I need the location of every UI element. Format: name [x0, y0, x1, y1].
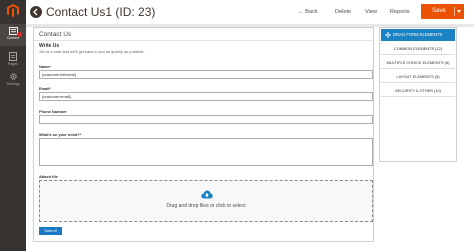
email-label: Email*	[39, 86, 51, 91]
drag-elements-header: DRAG FORM ELEMENTS	[381, 29, 455, 41]
dropzone-text: Drag and drop files or click to select	[166, 203, 246, 209]
sidebar-item-label: Content	[6, 36, 20, 40]
attach-file-label: Attach file	[39, 174, 58, 179]
email-field[interactable]: {customer.email}	[39, 92, 373, 101]
group-common-elements[interactable]: COMMON ELEMENTS (12)	[381, 42, 455, 55]
reports-button[interactable]: Reports	[390, 7, 410, 17]
back-arrow-icon[interactable]	[30, 6, 42, 18]
sidebar-item-settings[interactable]: Settings	[0, 70, 26, 86]
phone-label: Phone Number	[39, 109, 67, 114]
form-preview-panel: Contact Us Write Us Jot us a note and we…	[33, 27, 374, 242]
admin-sidebar: Content Pages Settings	[0, 0, 26, 251]
form-intro-text: Jot us a note and we'll get back to you …	[39, 49, 145, 54]
name-field[interactable]: {customer.fullname}	[39, 70, 373, 79]
delete-button[interactable]: Delete	[335, 7, 351, 17]
submit-button[interactable]: Submit	[39, 227, 62, 235]
notification-badge	[17, 32, 22, 37]
save-button[interactable]: Save	[421, 4, 464, 19]
name-label: Name*	[39, 64, 52, 69]
cloud-upload-icon	[201, 190, 213, 199]
message-textarea[interactable]	[39, 138, 373, 166]
divider	[34, 40, 373, 41]
gear-icon	[9, 73, 17, 80]
phone-field[interactable]	[39, 115, 373, 124]
drag-elements-title: DRAG FORM ELEMENTS	[393, 32, 443, 37]
pages-icon	[9, 52, 17, 61]
back-button[interactable]: ← Back	[298, 7, 318, 17]
file-dropzone[interactable]: Drag and drop files or click to select	[39, 180, 373, 222]
back-button-label: Back	[305, 9, 318, 15]
save-button-label: Save	[432, 8, 446, 14]
arrow-left-icon: ←	[298, 9, 304, 15]
sidebar-item-label: Settings	[6, 82, 20, 86]
sidebar-item-content[interactable]: Content	[0, 24, 26, 46]
page-title: Contact Us1 (ID: 23)	[46, 5, 156, 19]
magento-logo-icon[interactable]	[7, 4, 19, 17]
group-security-other[interactable]: SECURITY & OTHER (10)	[381, 84, 455, 97]
form-panel-title: Contact Us	[39, 31, 72, 38]
group-multiple-choice-elements[interactable]: MULTIPLE CHOICE ELEMENTS (6)	[381, 56, 455, 69]
form-elements-panel: DRAG FORM ELEMENTS COMMON ELEMENTS (12) …	[379, 27, 457, 162]
sidebar-item-label: Pages	[7, 62, 19, 66]
move-icon	[385, 32, 391, 38]
chevron-down-icon[interactable]	[457, 10, 461, 13]
sidebar-item-pages[interactable]: Pages	[0, 50, 26, 66]
split-divider	[454, 7, 455, 16]
page-header: Contact Us1 (ID: 23) ← Back Delete View …	[26, 0, 474, 24]
message-label: What's on your mind?*	[39, 132, 82, 137]
group-layout-elements[interactable]: LAYOUT ELEMENTS (5)	[381, 70, 455, 83]
view-button[interactable]: View	[365, 7, 377, 17]
